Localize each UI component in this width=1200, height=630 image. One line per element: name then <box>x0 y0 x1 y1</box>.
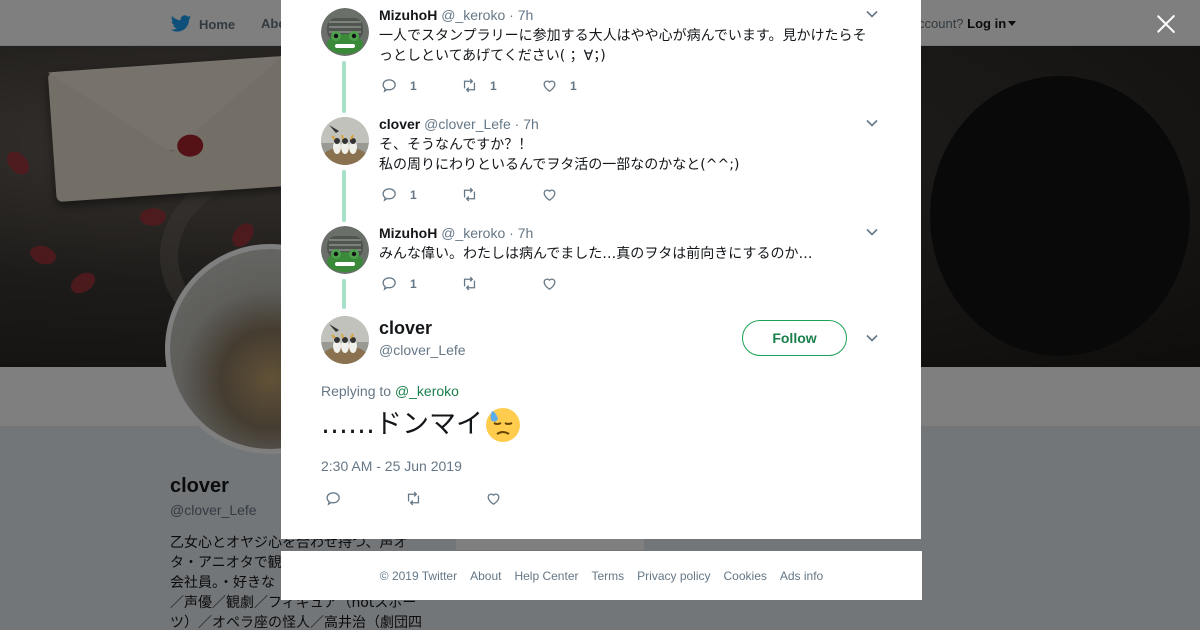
avatar[interactable] <box>321 226 369 274</box>
reply-count: 1 <box>410 276 417 291</box>
tweet-text-line: 私の周りにわりといるんでヲタ活の一部なのかなと(^^;) <box>379 157 740 173</box>
chevron-down-icon[interactable] <box>865 7 879 21</box>
footer-copyright: © 2019 Twitter <box>379 568 458 583</box>
footer-link-privacy[interactable]: Privacy policy <box>637 569 710 583</box>
main-tweet-text: ……ドンマイ <box>321 405 521 445</box>
reply-button[interactable]: 1 <box>381 186 461 203</box>
reply-count: 1 <box>410 78 417 93</box>
tweet-time[interactable]: 7h <box>523 116 539 132</box>
chevron-down-icon[interactable] <box>865 225 879 239</box>
avatar[interactable] <box>321 8 369 56</box>
like-icon <box>543 80 556 92</box>
tweet-actions: 1 1 1 <box>381 77 621 94</box>
thread-line <box>342 279 346 309</box>
retweet-icon <box>463 276 476 291</box>
separator-dot: · <box>509 225 514 241</box>
reply-button[interactable]: 1 <box>381 77 461 94</box>
tweet-actions: 1 <box>381 275 621 292</box>
main-tweet-author-handle[interactable]: @clover_Lefe <box>379 342 466 358</box>
footer-link-terms[interactable]: Terms <box>591 569 624 583</box>
frog-avatar-icon <box>321 226 369 274</box>
downcast-face-with-sweat-icon <box>486 408 520 442</box>
like-button[interactable]: 1 <box>541 77 621 94</box>
follow-button[interactable]: Follow <box>742 320 847 356</box>
thread-line <box>342 170 346 222</box>
chevron-down-icon[interactable] <box>865 116 879 130</box>
reply-icon <box>382 79 396 93</box>
reply-tweet[interactable]: clover @clover_Lefe · 7h そ、そうなんですか？！ 私の周… <box>281 116 921 222</box>
like-icon <box>487 493 500 505</box>
main-tweet-actions <box>325 490 565 507</box>
retweet-count: 1 <box>490 78 497 93</box>
retweet-button[interactable]: 1 <box>461 77 541 94</box>
retweet-button[interactable] <box>405 490 485 507</box>
tweet-author-handle[interactable]: @_keroko <box>441 225 505 241</box>
reply-button[interactable] <box>325 490 405 507</box>
reply-tweet[interactable]: MizuhoH @_keroko · 7h みんな偉い。わたしは病んでました…真… <box>281 225 921 311</box>
like-icon <box>543 278 556 290</box>
like-button[interactable] <box>485 490 565 507</box>
separator-dot: · <box>514 116 520 132</box>
tweet-author-name[interactable]: MizuhoH <box>379 7 437 23</box>
like-icon <box>543 189 556 201</box>
tweet-time[interactable]: 7h <box>518 225 534 241</box>
tweet-header: clover @clover_Lefe · 7h <box>379 116 539 132</box>
reply-icon <box>326 492 340 506</box>
tweet-text: そ、そうなんですか？！ 私の周りにわりといるんでヲタ活の一部なのかなと(^^;) <box>379 135 879 175</box>
tweet-modal: MizuhoH @_keroko · 7h 一人でスタンプラリーに参加する大人は… <box>281 0 921 539</box>
modal-footer: © 2019 Twitter About Help Center Terms P… <box>281 551 922 600</box>
tweet-author-name[interactable]: clover <box>379 116 420 132</box>
footer-link-cookies[interactable]: Cookies <box>724 569 767 583</box>
footer-link-ads-info[interactable]: Ads info <box>780 569 823 583</box>
replying-to-label: Replying to <box>321 383 392 399</box>
tweet-author-handle[interactable]: @_keroko <box>441 7 505 23</box>
close-icon[interactable] <box>1152 10 1180 38</box>
chevron-down-icon[interactable] <box>865 331 879 345</box>
separator-dot: · <box>509 7 514 23</box>
footer-link-help-center[interactable]: Help Center <box>514 569 578 583</box>
like-button[interactable] <box>541 186 621 203</box>
reply-icon <box>382 188 396 202</box>
tweet-actions: 1 <box>381 186 621 203</box>
like-count: 1 <box>570 78 577 93</box>
tweet-text: 一人でスタンプラリーに参加する大人はやや心が病んでいます。見かけたらそっとしとい… <box>379 28 867 64</box>
tweet-author-handle[interactable]: @clover_Lefe <box>424 116 511 132</box>
tweet-header: MizuhoH @_keroko · 7h <box>379 225 533 241</box>
retweet-button[interactable] <box>461 186 541 203</box>
like-button[interactable] <box>541 275 621 292</box>
avatar[interactable] <box>321 117 369 165</box>
tweet-text-line: そ、そうなんですか？！ <box>379 137 533 153</box>
footer-link-about[interactable]: About <box>470 569 501 583</box>
replying-to: Replying to @_keroko <box>321 383 459 399</box>
retweet-icon <box>463 78 476 93</box>
birds-avatar-icon <box>321 316 369 364</box>
reply-icon <box>382 277 396 291</box>
birds-avatar-icon <box>321 117 369 165</box>
tweet-timestamp[interactable]: 2:30 AM - 25 Jun 2019 <box>321 458 462 474</box>
thread-line <box>342 61 346 113</box>
avatar[interactable] <box>321 316 369 364</box>
retweet-icon <box>407 491 420 506</box>
replying-to-link[interactable]: @_keroko <box>395 383 459 399</box>
frog-avatar-icon <box>321 8 369 56</box>
retweet-icon <box>463 187 476 202</box>
tweet-time[interactable]: 7h <box>518 7 534 23</box>
main-tweet-author-name[interactable]: clover <box>379 318 432 339</box>
main-tweet-text-content: ……ドンマイ <box>321 409 483 440</box>
tweet-header: MizuhoH @_keroko · 7h <box>379 7 533 23</box>
reply-button[interactable]: 1 <box>381 275 461 292</box>
reply-tweet[interactable]: MizuhoH @_keroko · 7h 一人でスタンプラリーに参加する大人は… <box>281 7 921 113</box>
reply-count: 1 <box>410 187 417 202</box>
retweet-button[interactable] <box>461 275 541 292</box>
tweet-author-name[interactable]: MizuhoH <box>379 225 437 241</box>
tweet-text: みんな偉い。わたしは病んでました…真のヲタは前向きにするのか… <box>379 246 813 262</box>
